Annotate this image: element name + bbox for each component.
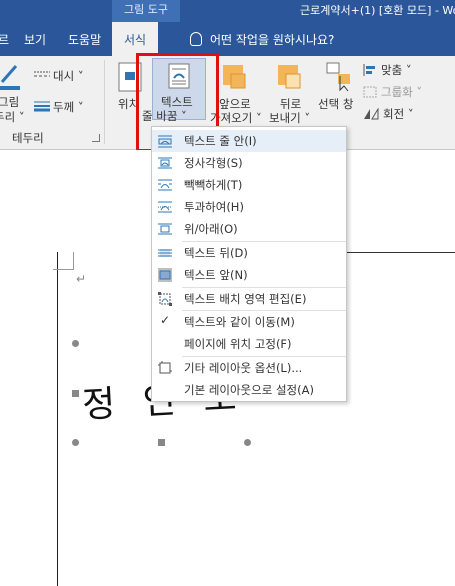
menu-item-top-bottom[interactable]: 위/아래(O) <box>152 218 346 240</box>
inline-wrap-icon <box>158 135 172 148</box>
crop-mark <box>53 269 73 270</box>
ribbon-tab-bar: 르 보기 도움말 서식 어떤 작업을 원하시나요? <box>0 22 455 56</box>
border-group-label: 테두리 <box>12 131 44 145</box>
tell-me-text: 어떤 작업을 원하시나요? <box>210 33 335 47</box>
menu-item-tight[interactable]: 빽빽하게(T) <box>152 174 346 196</box>
page-left-margin-line <box>57 252 58 586</box>
top-bottom-wrap-icon <box>158 223 172 235</box>
tell-me-search[interactable]: 어떤 작업을 원하시나요? <box>190 22 334 56</box>
bring-forward-icon[interactable] <box>222 62 248 92</box>
selection-pane-icon[interactable] <box>326 62 352 92</box>
group-icon[interactable] <box>363 86 377 98</box>
dashes-icon[interactable] <box>34 70 50 80</box>
menu-item-label: 텍스트 배치 영역 편집(E) <box>184 292 307 306</box>
menu-item-inline[interactable]: 텍스트 줄 안(I) <box>152 130 346 152</box>
group-button[interactable]: 그룹화 ˅ <box>381 84 422 100</box>
menu-item-label: 텍스트와 같이 이동(M) <box>184 315 295 329</box>
title-bar: 그림 도구 근로계약서+(1) [호환 모드] - Wo <box>0 0 455 22</box>
resize-handle[interactable] <box>158 439 165 446</box>
square-wrap-icon <box>158 157 172 169</box>
weight-icon[interactable] <box>34 100 50 112</box>
picture-tools-context-label: 그림 도구 <box>112 0 180 22</box>
menu-item-through[interactable]: 투과하여(H) <box>152 196 346 218</box>
in-front-text-icon <box>158 268 172 282</box>
weight-button[interactable]: 두께 ˅ <box>53 99 84 115</box>
resize-handle[interactable] <box>72 390 79 397</box>
menu-item-square[interactable]: 정사각형(S) <box>152 152 346 174</box>
layout-options-icon <box>158 361 172 374</box>
crop-mark <box>73 252 74 270</box>
menu-item-label: 페이지에 위치 고정(F) <box>184 337 292 351</box>
menu-item-label: 텍스트 앞(N) <box>184 268 248 282</box>
wrap-text-dropdown-menu: 텍스트 줄 안(I) 정사각형(S) 빽빽하게(T) 투과하여(H) 위/아래(… <box>151 126 347 402</box>
send-backward-icon[interactable] <box>277 62 303 92</box>
menu-item-label: 텍스트 줄 안(I) <box>184 134 257 148</box>
menu-item-label: 빽빽하게(T) <box>184 178 243 192</box>
selection-pane-label[interactable]: 선택 창 <box>318 96 353 112</box>
resize-handle[interactable] <box>72 340 79 347</box>
behind-text-icon <box>158 249 172 257</box>
rotate-icon[interactable] <box>363 108 379 120</box>
menu-item-set-as-default[interactable]: 기본 레이아웃으로 설정(A) <box>152 379 346 401</box>
edit-wrap-points-icon <box>158 292 172 306</box>
send-backward-button[interactable]: 보내기 ˅ <box>269 110 310 126</box>
menu-item-label: 기본 레이아웃으로 설정(A) <box>184 383 314 397</box>
page-top-edge <box>346 252 455 253</box>
menu-item-label: 기타 레이아웃 옵션(L)... <box>184 361 303 375</box>
menu-item-move-with-text[interactable]: ✓ 텍스트와 같이 이동(M) <box>152 311 346 333</box>
rotate-button[interactable]: 회전 ˅ <box>383 106 414 122</box>
dashes-button[interactable]: 대시 ˅ <box>53 68 84 84</box>
align-icon[interactable] <box>363 64 377 76</box>
menu-item-label: 위/아래(O) <box>184 222 238 236</box>
menu-item-label: 투과하여(H) <box>184 200 244 214</box>
resize-handle[interactable] <box>244 439 251 446</box>
tab-help[interactable]: 도움말 <box>68 22 101 56</box>
picture-border-icon[interactable] <box>0 64 22 92</box>
menu-item-more-layout-options[interactable]: 기타 레이아웃 옵션(L)... <box>152 357 346 379</box>
paragraph-mark: ↵ <box>76 272 87 286</box>
menu-item-behind-text[interactable]: 텍스트 뒤(D) <box>152 242 346 264</box>
menu-item-edit-wrap-points[interactable]: 텍스트 배치 영역 편집(E) <box>152 288 346 310</box>
lightbulb-icon <box>190 32 202 46</box>
tab-mailings[interactable]: 르 <box>0 22 9 56</box>
tab-format[interactable]: 서식 <box>112 22 159 56</box>
check-icon: ✓ <box>160 313 171 327</box>
menu-item-in-front[interactable]: 텍스트 앞(N) <box>152 264 346 286</box>
menu-item-label: 정사각형(S) <box>184 156 243 170</box>
menu-item-label: 텍스트 뒤(D) <box>184 246 248 260</box>
tab-view[interactable]: 보기 <box>24 22 46 56</box>
through-wrap-icon <box>158 201 172 213</box>
picture-border-label-1: 그림 <box>0 95 20 109</box>
group-separator <box>104 60 105 144</box>
tight-wrap-icon <box>158 179 172 191</box>
menu-item-fix-position[interactable]: 페이지에 위치 고정(F) <box>152 333 346 355</box>
align-button[interactable]: 맞춤 ˅ <box>381 62 412 78</box>
document-title: 근로계약서+(1) [호환 모드] - Wo <box>300 4 455 17</box>
picture-border-label-2: 두리 ˅ <box>0 110 25 124</box>
border-group-launcher-icon[interactable] <box>92 134 100 142</box>
resize-handle[interactable] <box>72 439 79 446</box>
